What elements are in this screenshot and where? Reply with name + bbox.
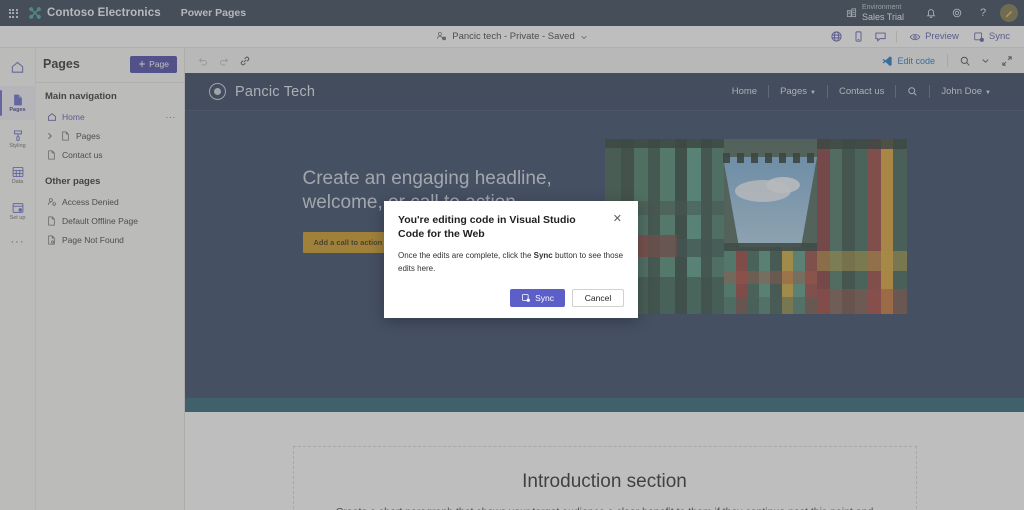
sync-icon (521, 293, 531, 303)
dialog-title: You're editing code in Visual Studio Cod… (398, 214, 576, 241)
close-icon[interactable]: ✕ (611, 213, 624, 226)
dialog-body-prefix: Once the edits are complete, click the (398, 251, 534, 261)
dialog-sync-label: Sync (535, 293, 554, 304)
dialog-cancel-button[interactable]: Cancel (572, 289, 624, 308)
dialog-actions: Sync Cancel (398, 289, 624, 308)
dialog-body: Once the edits are complete, click the S… (398, 250, 624, 275)
dialog-header: You're editing code in Visual Studio Cod… (398, 213, 624, 241)
power-pages-design-studio: Contoso Electronics Power Pages Environm… (0, 0, 1024, 510)
dialog-body-bold: Sync (533, 251, 553, 261)
dialog-sync-button[interactable]: Sync (510, 289, 565, 308)
vscode-sync-dialog: You're editing code in Visual Studio Cod… (384, 201, 638, 319)
